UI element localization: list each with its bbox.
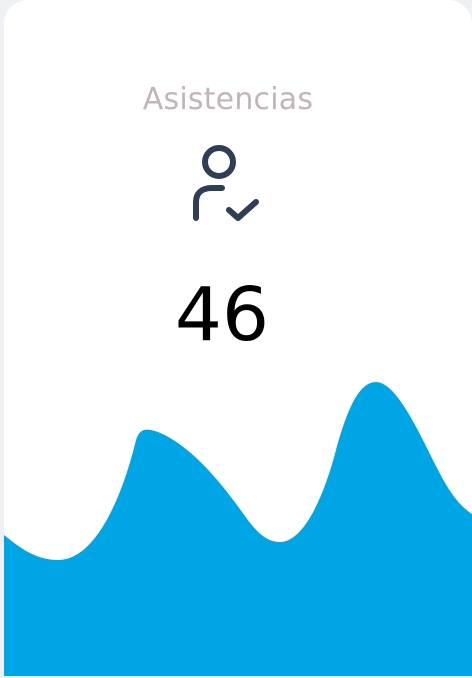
wave-decoration — [4, 382, 472, 676]
page-background: Asistencias 46 — [0, 0, 472, 678]
stat-card: Asistencias 46 — [4, 0, 472, 676]
